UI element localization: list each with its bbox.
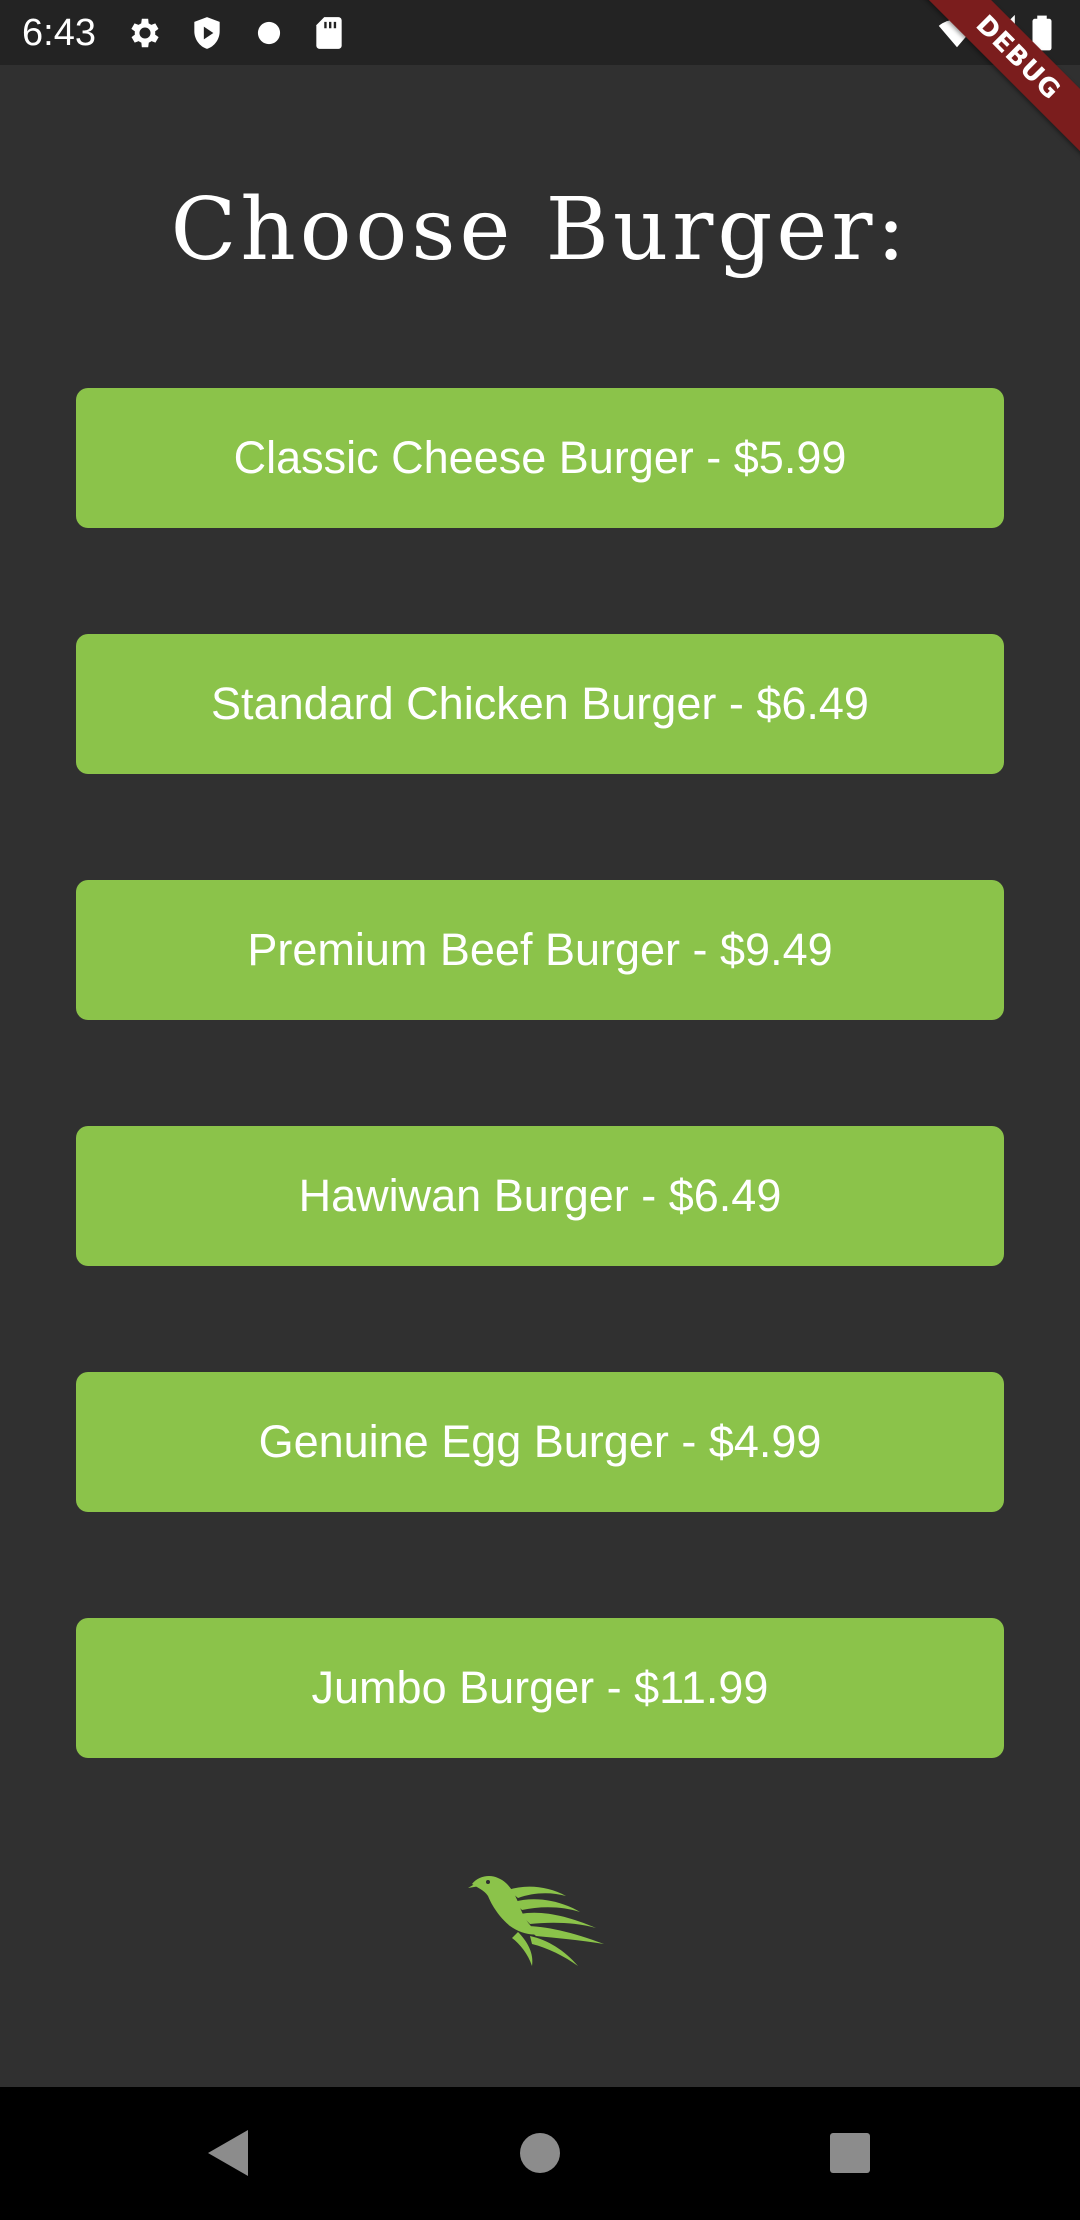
bird-logo-icon [468, 1870, 608, 1970]
home-icon[interactable] [500, 2113, 580, 2193]
burger-button-premium-beef[interactable]: Premium Beef Burger - $9.49 [76, 880, 1004, 1020]
sd-card-icon [310, 14, 348, 52]
status-bar: 6:43 DEBUG [0, 0, 1080, 180]
gear-icon [126, 14, 164, 52]
burger-button-hawiwan[interactable]: Hawiwan Burger - $6.49 [76, 1126, 1004, 1266]
page-title: Choose Burger: [170, 180, 910, 280]
recents-icon[interactable] [810, 2113, 890, 2193]
shield-icon [188, 14, 226, 52]
status-time: 6:43 [22, 12, 96, 54]
burger-button-classic-cheese[interactable]: Classic Cheese Burger - $5.99 [76, 388, 1004, 528]
burger-button-jumbo[interactable]: Jumbo Burger - $11.99 [76, 1618, 1004, 1758]
burger-button-genuine-egg[interactable]: Genuine Egg Burger - $4.99 [76, 1372, 1004, 1512]
burger-list: Classic Cheese Burger - $5.99 Standard C… [76, 388, 1004, 1864]
navigation-bar [0, 2087, 1080, 2220]
app-screen: 6:43 DEBUG Choose Burger: Classic Cheese… [0, 0, 1080, 2220]
back-icon[interactable] [188, 2113, 268, 2193]
dot-icon [250, 14, 288, 52]
burger-button-standard-chicken[interactable]: Standard Chicken Burger - $6.49 [76, 634, 1004, 774]
